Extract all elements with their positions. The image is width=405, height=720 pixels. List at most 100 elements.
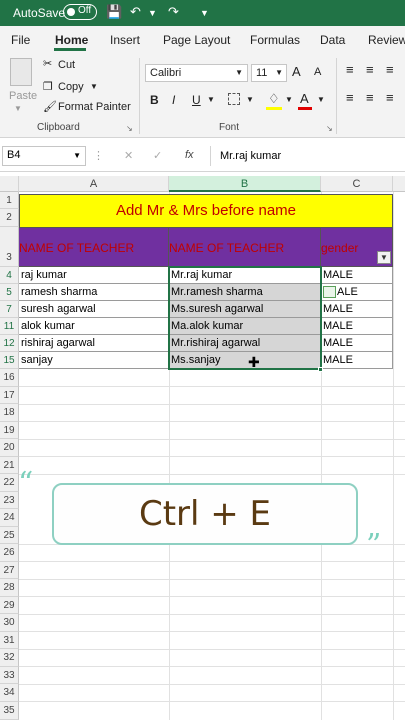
header-cell-a[interactable]: NAME OF TEACHER [19, 228, 169, 267]
table-cell[interactable]: Ms.sanjay [169, 352, 321, 369]
grow-font-icon[interactable]: A [292, 64, 301, 79]
copy-dropdown-icon[interactable]: ▼ [90, 82, 98, 91]
table-cell[interactable]: alok kumar [19, 318, 169, 335]
bold-button[interactable]: B [150, 93, 159, 107]
font-size-select[interactable]: 11 ▼ [251, 64, 287, 82]
tab-insert[interactable]: Insert [110, 33, 140, 47]
undo-dropdown-icon[interactable]: ▼ [148, 8, 157, 18]
row-header[interactable]: 16 [0, 369, 19, 387]
row-header[interactable]: 4 [0, 267, 19, 284]
autosave-toggle[interactable]: Off [63, 4, 97, 20]
tab-formulas[interactable]: Formulas [250, 33, 300, 47]
table-cell[interactable]: Ma.alok kumar [169, 318, 321, 335]
row-header[interactable]: 26 [0, 544, 19, 562]
column-header-d[interactable] [393, 176, 405, 192]
align-top-icon[interactable]: ≡ [346, 62, 354, 77]
sheet-title-cell[interactable]: Add Mr & Mrs before name [19, 194, 393, 228]
row-header[interactable]: 15 [0, 352, 19, 369]
insert-function-icon[interactable]: fx [185, 149, 194, 161]
row-header[interactable]: 5 [0, 284, 19, 301]
enter-icon[interactable]: ✓ [153, 149, 162, 162]
header-cell-b[interactable]: NAME OF TEACHER [169, 228, 321, 267]
borders-dropdown-icon[interactable]: ▼ [246, 95, 254, 104]
row-header[interactable]: 17 [0, 386, 19, 404]
tab-home[interactable]: Home [55, 33, 88, 47]
tab-file[interactable]: File [11, 33, 30, 47]
table-cell[interactable]: raj kumar [19, 267, 169, 284]
row-header[interactable]: 32 [0, 649, 19, 667]
row-header[interactable]: 7 [0, 301, 19, 318]
tab-page-layout[interactable]: Page Layout [163, 33, 230, 47]
row-header[interactable]: 34 [0, 684, 19, 702]
row-header[interactable]: 30 [0, 614, 19, 632]
row-header[interactable]: 3 [0, 227, 19, 267]
row-header[interactable]: 27 [0, 561, 19, 579]
row-header[interactable]: 23 [0, 491, 19, 509]
row-header[interactable]: 31 [0, 631, 19, 649]
formula-input[interactable]: Mr.raj kumar [220, 150, 281, 162]
filter-icon[interactable]: ▼ [377, 251, 391, 264]
row-header[interactable]: 18 [0, 404, 19, 422]
copy-icon[interactable]: ❐ [43, 80, 53, 93]
table-cell[interactable]: Ms.suresh agarwal [169, 301, 321, 318]
row-header[interactable]: 20 [0, 439, 19, 457]
align-bottom-icon[interactable]: ≡ [386, 62, 394, 77]
column-header-b[interactable]: B [169, 176, 321, 192]
row-header[interactable]: 19 [0, 421, 19, 439]
table-cell[interactable]: Mr.raj kumar [169, 267, 321, 284]
table-cell[interactable]: MALE [321, 335, 393, 352]
row-header[interactable]: 28 [0, 579, 19, 597]
underline-button[interactable]: U [192, 93, 201, 107]
font-color-dropdown-icon[interactable]: ▼ [317, 95, 325, 104]
fill-color-icon[interactable]: ♢ [268, 91, 280, 107]
select-all-corner[interactable] [0, 176, 19, 192]
flash-fill-options-icon[interactable] [323, 286, 336, 298]
table-cell[interactable]: MALE [321, 301, 393, 318]
align-center-icon[interactable]: ≡ [366, 90, 374, 105]
table-cell[interactable]: rishiraj agarwal [19, 335, 169, 352]
italic-button[interactable]: I [172, 93, 175, 107]
fill-handle[interactable] [318, 367, 323, 372]
redo-icon[interactable]: ↷ [168, 4, 179, 20]
row-header[interactable]: 12 [0, 335, 19, 352]
row-header[interactable]: 1 [0, 192, 19, 209]
column-header-c[interactable]: C [321, 176, 393, 192]
row-header[interactable]: 21 [0, 456, 19, 474]
row-header[interactable]: 25 [0, 526, 19, 544]
row-header[interactable]: 24 [0, 509, 19, 527]
cut-icon[interactable]: ✂ [43, 57, 52, 70]
row-header[interactable]: 22 [0, 474, 19, 492]
table-cell[interactable]: MALE [321, 318, 393, 335]
paste-dropdown-icon[interactable]: ▼ [14, 104, 22, 113]
row-header[interactable]: 29 [0, 596, 19, 614]
cut-label[interactable]: Cut [58, 59, 75, 71]
undo-icon[interactable]: ↶ [130, 4, 141, 20]
table-cell[interactable]: Mr.rishiraj agarwal [169, 335, 321, 352]
paste-icon[interactable] [10, 58, 32, 86]
table-cell[interactable]: Mr.ramesh sharma [169, 284, 321, 301]
underline-dropdown-icon[interactable]: ▼ [207, 95, 215, 104]
table-cell[interactable]: suresh agarwal [19, 301, 169, 318]
tab-review[interactable]: Review [368, 33, 405, 47]
row-header[interactable]: 2 [0, 209, 19, 227]
tab-data[interactable]: Data [320, 33, 345, 47]
font-color-icon[interactable]: A [300, 91, 309, 106]
font-launcher-icon[interactable]: ↘ [326, 124, 333, 133]
paste-label[interactable]: Paste [9, 90, 37, 102]
cancel-icon[interactable]: ✕ [124, 149, 133, 162]
table-cell[interactable]: ramesh sharma [19, 284, 169, 301]
table-cell[interactable]: sanjay [19, 352, 169, 369]
column-header-a[interactable]: A [19, 176, 169, 192]
font-name-select[interactable]: Calibri ▼ [145, 64, 248, 82]
table-cell[interactable]: MALE [321, 267, 393, 284]
borders-icon[interactable] [228, 93, 240, 105]
row-header[interactable]: 11 [0, 318, 19, 335]
clipboard-launcher-icon[interactable]: ↘ [126, 124, 133, 133]
align-left-icon[interactable]: ≡ [346, 90, 354, 105]
copy-label[interactable]: Copy [58, 81, 84, 93]
name-box[interactable]: B4 ▼ [2, 146, 86, 166]
save-icon[interactable]: 💾 [106, 4, 122, 20]
format-painter-icon[interactable]: 🖌 [43, 100, 57, 113]
row-header[interactable]: 35 [0, 701, 19, 720]
align-middle-icon[interactable]: ≡ [366, 62, 374, 77]
